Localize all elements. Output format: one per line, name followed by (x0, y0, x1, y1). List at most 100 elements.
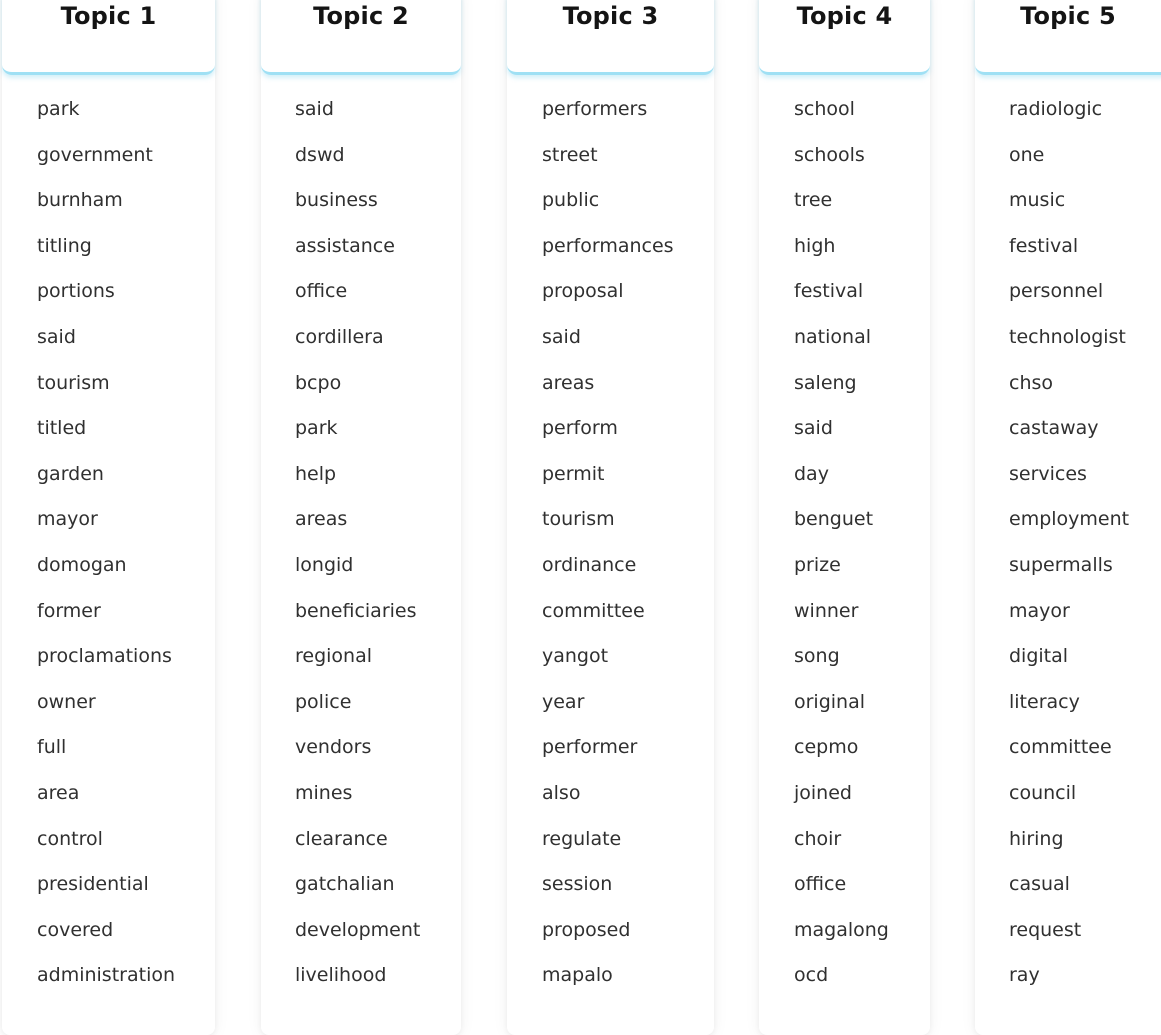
topic-word: national (794, 325, 872, 348)
topic-word: festival (794, 280, 864, 303)
topic-word: day (794, 462, 829, 485)
topic-header-1: Topic 1 (2, 0, 215, 75)
topic-word: street (542, 143, 598, 166)
topic-word-list-3: performers street public performances pr… (542, 96, 674, 1008)
topic-word: council (1009, 781, 1077, 804)
topic-word: cordillera (295, 325, 384, 348)
topic-word: owner (37, 690, 96, 713)
topic-word: session (542, 873, 613, 896)
topic-word: performer (542, 736, 638, 759)
topic-word: office (794, 873, 847, 896)
topic-word: proposal (542, 280, 624, 303)
topic-word-list-5: radiologic one music festival personnel … (1009, 96, 1129, 1008)
topic-word: portions (37, 280, 115, 303)
topic-word: help (295, 462, 337, 485)
topic-title-3: Topic 3 (562, 2, 659, 30)
topic-word: casual (1009, 873, 1070, 896)
topic-word: yangot (542, 645, 609, 668)
topic-word: government (37, 143, 153, 166)
topic-word: area (37, 781, 80, 804)
topic-word: mines (295, 781, 353, 804)
topic-word: said (295, 98, 334, 120)
topic-word: full (37, 736, 67, 759)
topic-word: regional (295, 645, 373, 668)
topic-header-3: Topic 3 (507, 0, 714, 75)
topic-word: also (542, 781, 581, 804)
topic-word: school (794, 98, 855, 120)
topic-word: regulate (542, 827, 622, 850)
topic-word: hiring (1009, 827, 1064, 850)
topic-word: public (542, 189, 600, 212)
topic-word: saleng (794, 371, 857, 394)
topic-word: said (37, 325, 76, 348)
topic-word: permit (542, 462, 605, 485)
topic-title-1: Topic 1 (60, 2, 157, 30)
topic-word: garden (37, 462, 104, 485)
topic-word: titled (37, 417, 87, 440)
topic-word: committee (542, 599, 645, 622)
topic-title-2: Topic 2 (313, 2, 409, 30)
topic-word: assistance (295, 234, 395, 257)
topic-word: song (794, 645, 840, 668)
topic-word: dswd (295, 143, 345, 166)
topic-word: control (37, 827, 103, 850)
topic-word: perform (542, 417, 618, 440)
topic-word: one (1009, 143, 1045, 166)
topic-card-4: Topic 4 school schools tree high festiva… (759, 0, 930, 1035)
topic-word: mayor (37, 508, 98, 531)
topic-word: office (295, 280, 348, 303)
topic-word: development (295, 918, 421, 941)
topic-word: committee (1009, 736, 1112, 759)
topic-word: burnham (37, 189, 123, 212)
topic-word: titling (37, 234, 92, 257)
topic-word: radiologic (1009, 98, 1103, 120)
topic-word-list-2: said dswd business assistance office cor… (295, 96, 420, 1008)
topic-word: choir (794, 827, 842, 850)
topic-word: benguet (794, 508, 874, 531)
topic-word: ordinance (542, 553, 637, 576)
topic-word: schools (794, 143, 865, 166)
topic-word: mapalo (542, 964, 613, 987)
topic-word: castaway (1009, 417, 1099, 440)
topic-word: tree (794, 189, 833, 212)
topic-word: said (794, 417, 833, 440)
topic-word: request (1009, 918, 1082, 941)
topic-word: music (1009, 189, 1066, 212)
topic-word-list-4: school schools tree high festival nation… (794, 96, 889, 1008)
topic-word: literacy (1009, 690, 1080, 713)
topic-word: areas (295, 508, 348, 531)
topic-title-5: Topic 5 (1020, 2, 1116, 30)
topic-word: clearance (295, 827, 388, 850)
topic-card-1: Topic 1 park government burnham titling … (2, 0, 215, 1035)
topic-word: business (295, 189, 378, 212)
topic-word: joined (794, 781, 852, 804)
topic-word: administration (37, 964, 176, 987)
topic-word: livelihood (295, 964, 387, 987)
topic-word: performers (542, 98, 648, 120)
topic-word: performances (542, 234, 674, 257)
topic-word: services (1009, 462, 1087, 485)
topic-header-5: Topic 5 (975, 0, 1161, 75)
topic-word: employment (1009, 508, 1130, 531)
topic-word: cepmo (794, 736, 859, 759)
topic-card-2: Topic 2 said dswd business assistance of… (261, 0, 461, 1035)
topic-word: high (794, 234, 836, 257)
topic-word: covered (37, 918, 114, 941)
topic-card-3: Topic 3 performers street public perform… (507, 0, 714, 1035)
topic-word: park (37, 98, 80, 120)
topic-word: festival (1009, 234, 1079, 257)
topic-word: prize (794, 553, 841, 576)
topic-word: winner (794, 599, 859, 622)
topic-word: technologist (1009, 325, 1126, 348)
topic-word: proclamations (37, 645, 172, 668)
topic-header-2: Topic 2 (261, 0, 461, 75)
topic-word: year (542, 690, 585, 713)
topic-word: original (794, 690, 866, 713)
topic-word: beneficiaries (295, 599, 417, 622)
topic-title-4: Topic 4 (796, 2, 893, 30)
topic-word: gatchalian (295, 873, 395, 896)
topic-word: vendors (295, 736, 372, 759)
topic-word: domogan (37, 553, 127, 576)
topic-word: ray (1009, 964, 1040, 987)
topic-word: tourism (542, 508, 615, 531)
